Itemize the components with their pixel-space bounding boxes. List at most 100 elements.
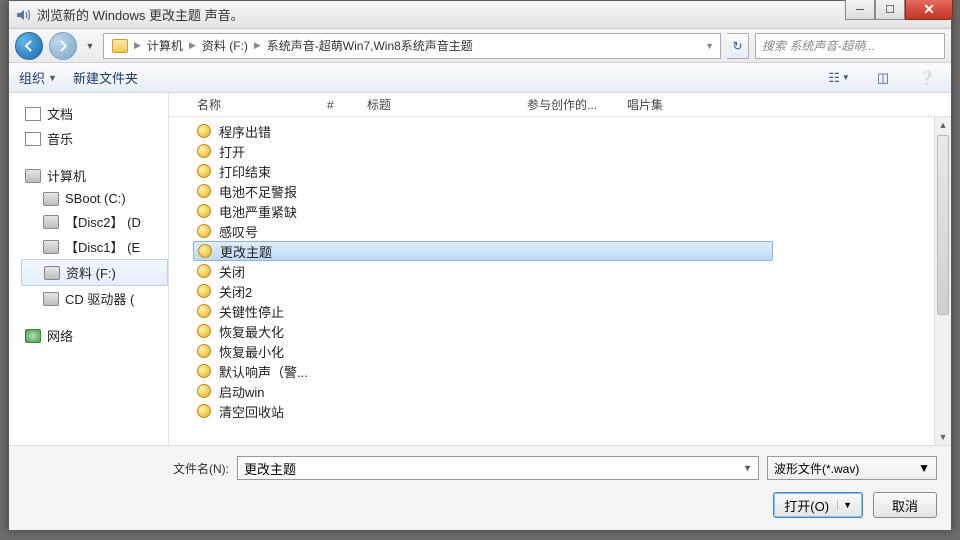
- search-placeholder: 搜索 系统声音-超萌...: [762, 37, 875, 54]
- scrollbar[interactable]: ▲ ▼: [934, 117, 951, 445]
- help-button[interactable]: ❔: [913, 67, 941, 89]
- file-row[interactable]: 打印结束: [193, 161, 773, 181]
- view-options-button[interactable]: ☷▼: [825, 67, 853, 89]
- file-row[interactable]: 恢复最大化: [193, 321, 773, 341]
- file-name: 恢复最小化: [219, 342, 284, 361]
- filetype-filter[interactable]: 波形文件(*.wav)▼: [767, 456, 937, 480]
- computer-icon: [25, 169, 41, 183]
- file-name: 关闭2: [219, 282, 252, 301]
- chevron-down-icon[interactable]: ▼: [703, 41, 716, 51]
- audio-file-icon: [197, 204, 211, 218]
- nav-row: ▼ ▶ 计算机 ▶ 资料 (F:) ▶ 系统声音-超萌Win7,Win8系统声音…: [9, 29, 951, 63]
- breadcrumb-seg[interactable]: 资料 (F:): [198, 37, 252, 54]
- file-name: 清空回收站: [219, 402, 284, 421]
- scroll-down-icon[interactable]: ▼: [935, 429, 951, 445]
- window-title: 浏览新的 Windows 更改主题 声音。: [37, 5, 244, 24]
- sidebar-item-network[interactable]: 网络: [21, 323, 168, 348]
- file-open-dialog: 浏览新的 Windows 更改主题 声音。 ─ ☐ ✕ ▼ ▶ 计算机 ▶ 资料…: [8, 0, 952, 530]
- file-name: 默认响声（警...: [219, 362, 308, 381]
- sidebar: 文档 音乐 计算机 SBoot (C:) 【Disc2】 (D 【Disc1】 …: [9, 93, 169, 445]
- file-name: 关闭: [219, 262, 245, 281]
- audio-file-icon: [197, 224, 211, 238]
- file-name: 更改主题: [220, 242, 272, 261]
- audio-file-icon: [197, 124, 211, 138]
- scroll-up-icon[interactable]: ▲: [935, 117, 951, 133]
- column-headers[interactable]: 名称 # 标题 参与创作的... 唱片集: [169, 93, 951, 117]
- drive-icon: [43, 240, 59, 254]
- drive-icon: [43, 215, 59, 229]
- file-row[interactable]: 关闭: [193, 261, 773, 281]
- sidebar-item-drive[interactable]: CD 驱动器 (: [21, 286, 168, 311]
- file-row[interactable]: 启动win: [193, 381, 773, 401]
- maximize-button[interactable]: ☐: [875, 0, 905, 20]
- nav-history-dropdown[interactable]: ▼: [83, 35, 97, 57]
- sidebar-item-drive[interactable]: 【Disc1】 (E: [21, 234, 168, 259]
- chevron-down-icon[interactable]: ▼: [743, 463, 752, 473]
- file-row[interactable]: 感叹号: [193, 221, 773, 241]
- audio-file-icon: [197, 344, 211, 358]
- forward-button[interactable]: [49, 32, 77, 60]
- chevron-right-icon[interactable]: ▶: [132, 40, 143, 51]
- titlebar[interactable]: 浏览新的 Windows 更改主题 声音。 ─ ☐ ✕: [9, 1, 951, 29]
- sidebar-item-drive[interactable]: SBoot (C:): [21, 188, 168, 209]
- back-button[interactable]: [15, 32, 43, 60]
- file-row[interactable]: 恢复最小化: [193, 341, 773, 361]
- audio-file-icon: [197, 144, 211, 158]
- col-album[interactable]: 唱片集: [627, 96, 707, 113]
- sidebar-item-drive[interactable]: 资料 (F:): [21, 259, 168, 286]
- new-folder-button[interactable]: 新建文件夹: [73, 68, 138, 87]
- col-num[interactable]: #: [327, 98, 367, 112]
- sidebar-item-computer[interactable]: 计算机: [21, 163, 168, 188]
- chevron-down-icon[interactable]: ▼: [918, 461, 930, 475]
- file-row[interactable]: 关键性停止: [193, 301, 773, 321]
- file-row[interactable]: 清空回收站: [193, 401, 773, 421]
- chevron-down-icon[interactable]: ▼: [837, 500, 852, 510]
- preview-pane-button[interactable]: ◫: [869, 67, 897, 89]
- open-button[interactable]: 打开(O)▼: [773, 492, 863, 518]
- cd-icon: [43, 292, 59, 306]
- file-row[interactable]: 电池不足警报: [193, 181, 773, 201]
- audio-file-icon: [198, 244, 212, 258]
- file-name: 打印结束: [219, 162, 271, 181]
- organize-menu[interactable]: 组织▼: [19, 68, 57, 87]
- file-name: 电池不足警报: [219, 182, 297, 201]
- breadcrumb-seg[interactable]: 计算机: [143, 37, 187, 54]
- drive-icon: [43, 192, 59, 206]
- file-row[interactable]: 关闭2: [193, 281, 773, 301]
- refresh-button[interactable]: ↻: [727, 33, 749, 59]
- address-bar[interactable]: ▶ 计算机 ▶ 资料 (F:) ▶ 系统声音-超萌Win7,Win8系统声音主题…: [103, 33, 721, 59]
- col-title[interactable]: 标题: [367, 96, 527, 113]
- cancel-button[interactable]: 取消: [873, 492, 937, 518]
- col-artists[interactable]: 参与创作的...: [527, 96, 627, 113]
- audio-file-icon: [197, 324, 211, 338]
- close-button[interactable]: ✕: [905, 0, 953, 20]
- file-row[interactable]: 打开: [193, 141, 773, 161]
- file-name: 感叹号: [219, 222, 258, 241]
- scroll-thumb[interactable]: [937, 135, 949, 315]
- audio-file-icon: [197, 384, 211, 398]
- filename-label: 文件名(N):: [173, 460, 229, 477]
- file-name: 恢复最大化: [219, 322, 284, 341]
- search-input[interactable]: 搜索 系统声音-超萌...: [755, 33, 945, 59]
- breadcrumb-seg[interactable]: 系统声音-超萌Win7,Win8系统声音主题: [263, 37, 477, 54]
- audio-file-icon: [197, 164, 211, 178]
- sidebar-item-drive[interactable]: 【Disc2】 (D: [21, 209, 168, 234]
- file-row[interactable]: 程序出错: [193, 121, 773, 141]
- file-row[interactable]: 默认响声（警...: [193, 361, 773, 381]
- sidebar-item-documents[interactable]: 文档: [21, 101, 168, 126]
- sidebar-item-music[interactable]: 音乐: [21, 126, 168, 151]
- chevron-right-icon[interactable]: ▶: [252, 40, 263, 51]
- file-name: 关键性停止: [219, 302, 284, 321]
- file-row[interactable]: 电池严重紧缺: [193, 201, 773, 221]
- file-list[interactable]: 程序出错打开打印结束电池不足警报电池严重紧缺感叹号更改主题关闭关闭2关键性停止恢…: [169, 117, 951, 445]
- file-row[interactable]: 更改主题: [193, 241, 773, 261]
- filename-input[interactable]: 更改主题▼: [237, 456, 759, 480]
- file-name: 打开: [219, 142, 245, 161]
- col-name[interactable]: 名称: [197, 96, 327, 113]
- audio-file-icon: [197, 304, 211, 318]
- speaker-icon: [15, 7, 31, 23]
- file-name: 启动win: [219, 382, 265, 401]
- minimize-button[interactable]: ─: [845, 0, 875, 20]
- network-icon: [25, 329, 41, 343]
- chevron-right-icon[interactable]: ▶: [187, 40, 198, 51]
